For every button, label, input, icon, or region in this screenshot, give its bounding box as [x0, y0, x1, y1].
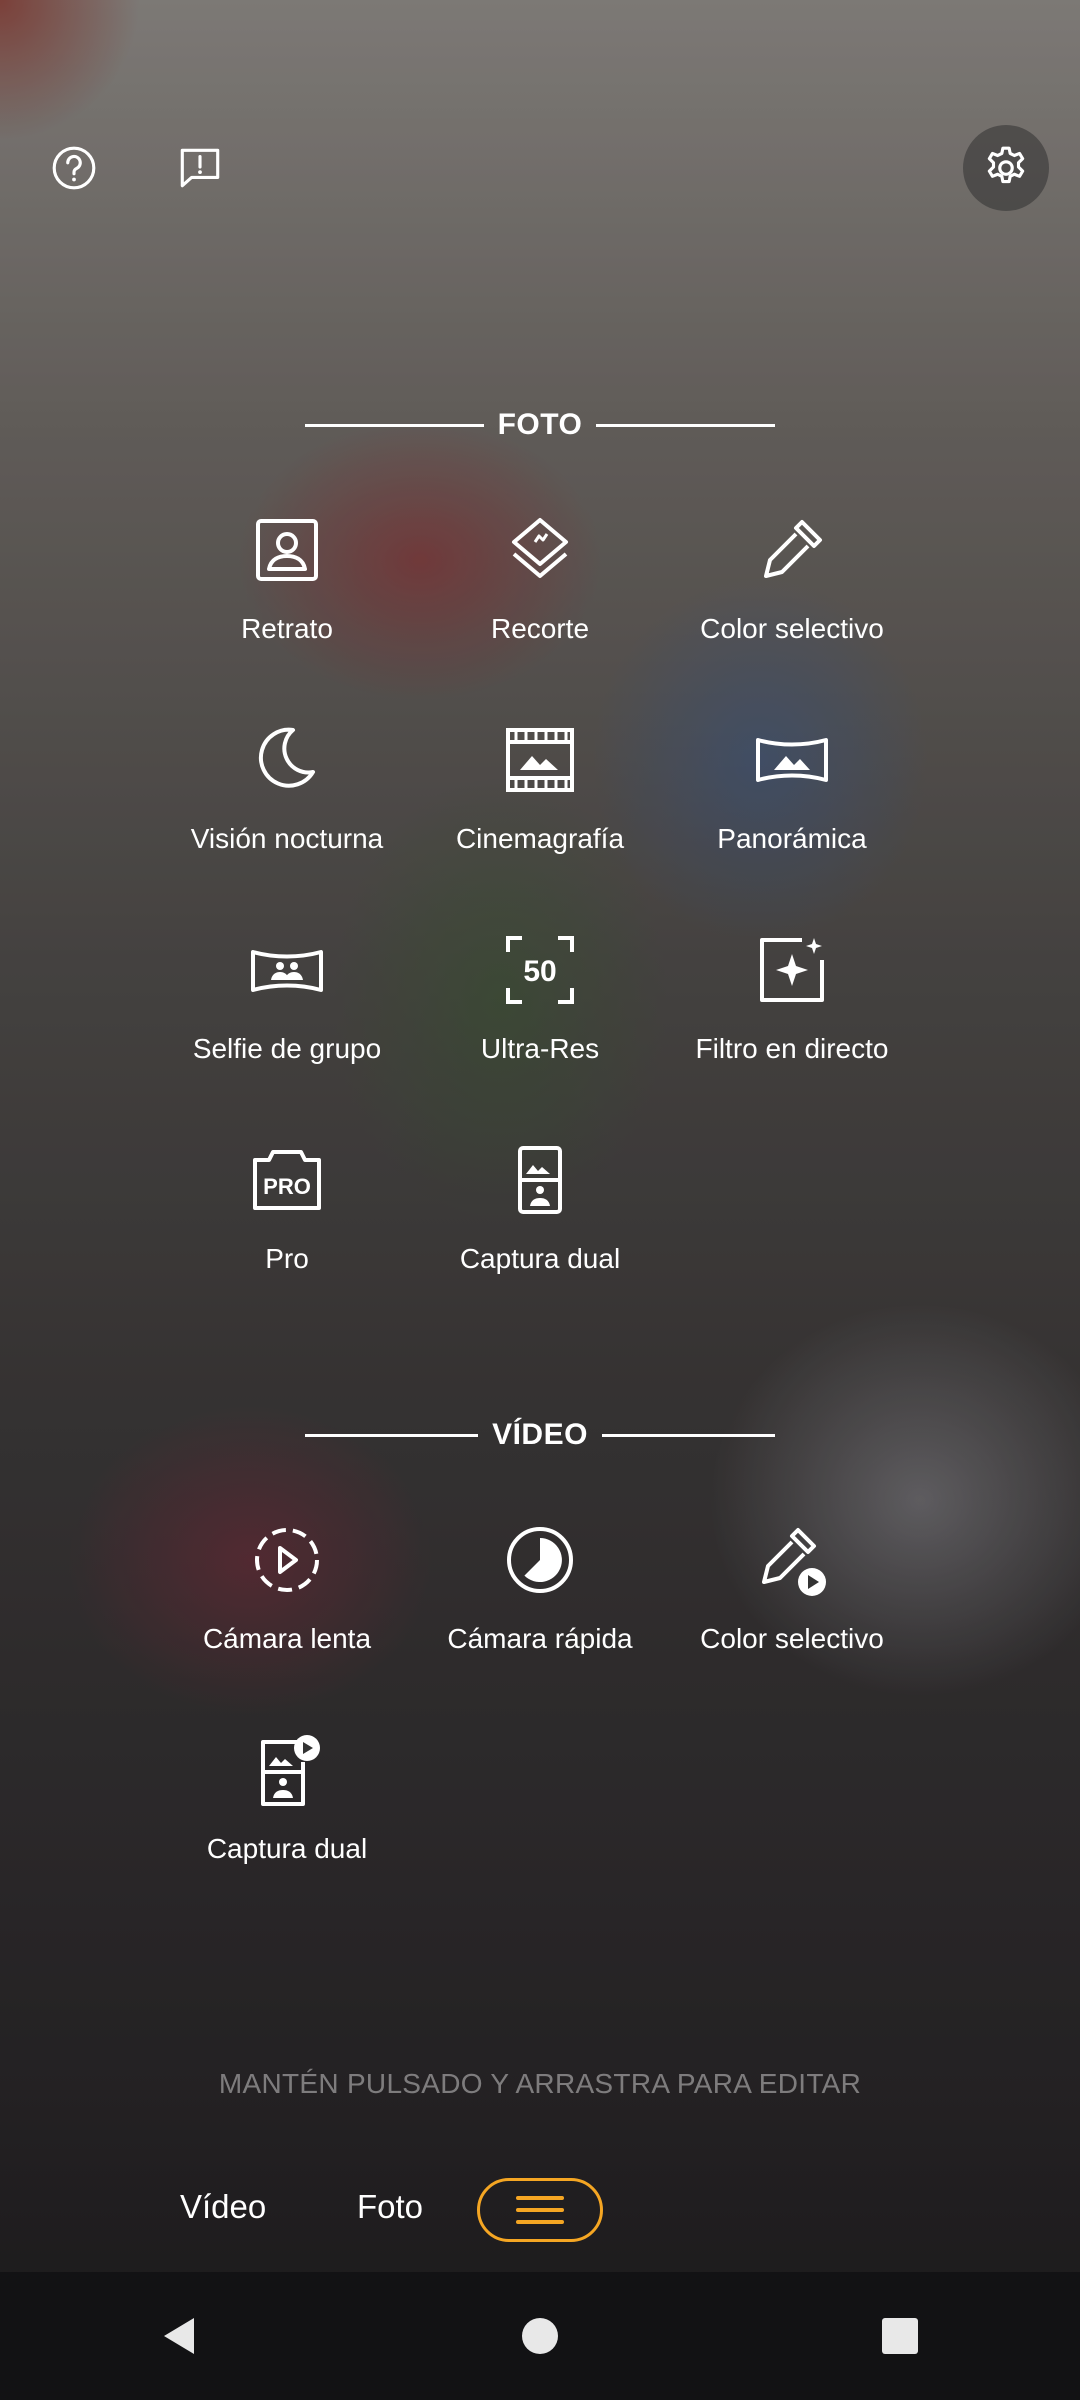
mode-label: Ultra-Res — [480, 1033, 600, 1064]
edit-hint: MANTÉN PULSADO Y ARRASTRA PARA EDITAR — [218, 2068, 862, 2099]
mode-camara-rapida[interactable]: Cámara rápida — [425, 1522, 655, 1657]
panorama-icon — [756, 738, 828, 782]
timelapse-icon — [507, 1527, 573, 1593]
feedback-icon — [180, 148, 220, 188]
mode-label: Selfie de grupo — [192, 1033, 382, 1064]
video-section-header: VÍDEO — [305, 1410, 776, 1460]
svg-text:PRO: PRO — [263, 1174, 311, 1199]
mode-label: Captura dual — [459, 1243, 621, 1274]
divider — [596, 423, 775, 427]
divider — [305, 423, 484, 427]
mode-captura-dual[interactable]: Captura dual — [425, 1142, 655, 1277]
live-filter-icon — [760, 938, 824, 1002]
cutout-icon — [512, 518, 568, 578]
mode-captura-dual-video[interactable]: Captura dual — [172, 1732, 402, 1867]
mode-camara-lenta[interactable]: Cámara lenta — [172, 1522, 402, 1657]
mode-ultra-res[interactable]: 50 Ultra-Res — [425, 932, 655, 1067]
divider — [305, 1433, 479, 1437]
hamburger-menu-icon — [516, 2196, 564, 2224]
gear-icon — [987, 146, 1025, 184]
moon-icon — [258, 727, 315, 788]
mode-label: Visión nocturna — [190, 823, 384, 854]
mode-label: Captura dual — [206, 1833, 368, 1864]
photo-section-title: FOTO — [497, 408, 583, 441]
tab-foto[interactable]: Foto — [357, 2188, 423, 2226]
feedback-button[interactable] — [157, 125, 243, 211]
mode-label: Cinemagrafía — [455, 823, 625, 854]
nav-recents-button[interactable] — [860, 2296, 940, 2376]
settings-button[interactable] — [963, 125, 1049, 211]
slow-motion-icon — [255, 1528, 319, 1592]
mode-filtro-en-directo[interactable]: Filtro en directo — [677, 932, 907, 1067]
tab-modes-menu[interactable] — [477, 2178, 603, 2242]
film-icon — [506, 728, 574, 792]
mode-label: Recorte — [490, 613, 590, 644]
portrait-icon — [256, 519, 318, 581]
mode-cinemagrafia[interactable]: Cinemagrafía — [425, 722, 655, 857]
dual-capture-video-icon — [261, 1735, 320, 1806]
mode-vision-nocturna[interactable]: Visión nocturna — [172, 722, 402, 857]
system-navigation-bar — [0, 2272, 1080, 2400]
pro-icon: PRO — [253, 1150, 321, 1210]
mode-recorte[interactable]: Recorte — [425, 512, 655, 647]
color-picker-icon — [764, 520, 822, 578]
mode-label: Retrato — [241, 613, 333, 644]
group-selfie-icon — [251, 950, 323, 992]
photo-section-header: FOTO — [305, 400, 775, 450]
mode-panoramica[interactable]: Panorámica — [677, 722, 907, 857]
help-button[interactable] — [31, 125, 117, 211]
mode-retrato[interactable]: Retrato — [172, 512, 402, 647]
svg-text:50: 50 — [523, 955, 556, 988]
mode-color-selectivo-video[interactable]: Color selectivo — [677, 1522, 907, 1657]
color-picker-video-icon — [762, 1528, 826, 1596]
ultra-res-icon: 50 — [506, 936, 574, 1004]
mode-label: Filtro en directo — [695, 1033, 889, 1064]
nav-home-button[interactable] — [500, 2296, 580, 2376]
nav-back-button[interactable] — [140, 2296, 220, 2376]
divider — [601, 1433, 776, 1437]
mode-color-selectivo[interactable]: Color selectivo — [677, 512, 907, 647]
home-circle-icon — [522, 2318, 558, 2354]
video-section-title: VÍDEO — [492, 1418, 588, 1451]
dual-capture-icon — [518, 1146, 562, 1214]
mode-selfie-de-grupo[interactable]: Selfie de grupo — [172, 932, 402, 1067]
mode-label: Cámara lenta — [202, 1623, 372, 1654]
help-circle-icon — [52, 146, 96, 190]
mode-label: Color selectivo — [700, 613, 884, 644]
tab-video[interactable]: Vídeo — [180, 2188, 266, 2226]
mode-label: Cámara rápida — [447, 1623, 633, 1654]
recents-square-icon — [882, 2318, 918, 2354]
mode-label: Color selectivo — [700, 1623, 884, 1654]
mode-label: Pro — [265, 1243, 309, 1274]
mode-pro[interactable]: PRO Pro — [172, 1142, 402, 1277]
mode-label: Panorámica — [717, 823, 867, 854]
back-triangle-icon — [164, 2318, 194, 2354]
